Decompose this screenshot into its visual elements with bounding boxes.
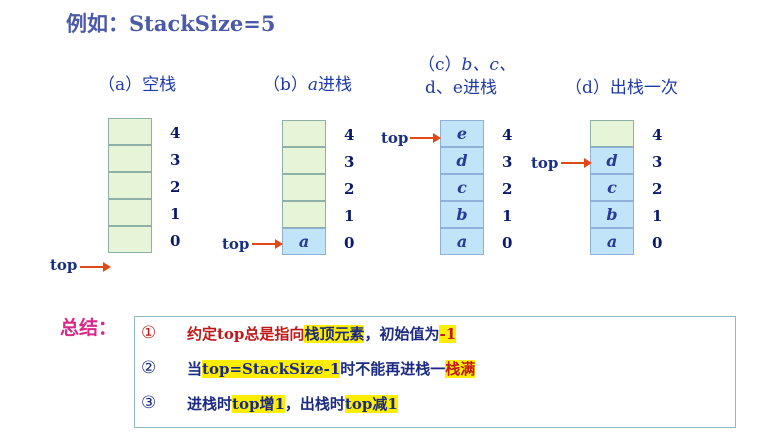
caption-a-text: 空栈: [142, 75, 177, 95]
stack-b-cell-1: [282, 201, 326, 228]
stack-b-cell-0: a: [282, 228, 326, 255]
caption-a-label: （a）: [98, 75, 143, 95]
index-3: 3: [502, 153, 513, 171]
stack-b-cell-4: [282, 120, 326, 147]
stack-d-cell-2: c: [590, 174, 634, 201]
stack-a-cell-3: [108, 145, 152, 172]
caption-d-label: （d）: [565, 78, 610, 98]
top-pointer-d: top: [531, 154, 559, 172]
index-0: 0: [502, 234, 513, 252]
item-number: ②: [141, 358, 157, 378]
index-1: 1: [502, 207, 513, 225]
item-text: 进栈时top增1，出栈时top减1: [187, 393, 398, 414]
top-arrow-b: [252, 239, 283, 249]
stack-a-cell-2: [108, 172, 152, 199]
caption-c-elements: b、c、: [461, 55, 516, 75]
index-2: 2: [344, 180, 355, 198]
stack-c-cell-3: d: [440, 147, 484, 174]
stack-a-cell-0: [108, 226, 152, 253]
caption-c-line2: d、e进栈: [425, 78, 497, 98]
text-part: 时不能再进栈一: [340, 360, 446, 378]
stack-a-cell-4: [108, 118, 152, 145]
text-part: 进栈时: [187, 395, 233, 413]
text-part: ，初始值为: [364, 325, 440, 343]
caption-b-text: 进栈: [318, 75, 353, 95]
caption-b-element: a: [307, 75, 319, 95]
highlight: -1: [439, 325, 457, 343]
item-text: 当top=StackSize-1时不能再进栈一栈满: [187, 358, 476, 379]
stack-d-cell-4: [590, 120, 634, 147]
stack-c-cell-4: e: [440, 120, 484, 147]
index-3: 3: [652, 153, 663, 171]
page-title: 例如：StackSize=5: [66, 11, 276, 36]
index-4: 4: [502, 126, 513, 144]
index-3: 3: [344, 153, 355, 171]
caption-b-label: （b）: [263, 75, 308, 95]
caption-d-text: 出栈一次: [609, 78, 678, 98]
top-pointer-b: top: [222, 235, 250, 253]
caption-d: （d）出栈一次: [565, 73, 678, 98]
caption-a: （a）空栈: [98, 70, 176, 95]
caption-b: （b）a进栈: [263, 70, 352, 95]
top-pointer-c: top: [381, 129, 409, 147]
stack-d-cell-1: b: [590, 201, 634, 228]
top-arrow-d: [561, 158, 592, 168]
stack-a-cell-1: [108, 199, 152, 226]
index-1: 1: [170, 205, 181, 223]
highlight: 栈满: [445, 360, 476, 378]
stack-d-cell-3: d: [590, 147, 634, 174]
stack-c-cell-1: b: [440, 201, 484, 228]
top-arrow-a: [80, 262, 111, 272]
stack-b-cell-3: [282, 147, 326, 174]
index-2: 2: [502, 180, 513, 198]
highlight: top增1: [232, 395, 285, 413]
index-2: 2: [652, 180, 663, 198]
index-2: 2: [170, 178, 181, 196]
top-pointer-a: top: [50, 256, 78, 274]
highlight: 栈顶元素: [304, 325, 365, 343]
stack-c-cell-0: a: [440, 228, 484, 255]
highlight: top减1: [344, 395, 398, 413]
summary-label: 总结：: [60, 317, 118, 339]
top-arrow-c: [410, 133, 441, 143]
index-4: 4: [344, 126, 355, 144]
index-0: 0: [170, 232, 181, 250]
text-part: 当: [187, 360, 203, 378]
summary-box: ① 约定top总是指向栈顶元素，初始值为-1 ② 当top=StackSize-…: [134, 316, 736, 428]
index-4: 4: [652, 126, 663, 144]
caption-c-label: （c）: [418, 55, 462, 75]
highlight: top=StackSize-1: [202, 360, 341, 378]
index-0: 0: [652, 234, 663, 252]
item-number: ①: [141, 323, 157, 343]
stack-d-cell-0: a: [590, 228, 634, 255]
text-part: 约定top总是指向: [187, 325, 305, 343]
caption-c-line1: （c）b、c、: [418, 50, 516, 75]
index-3: 3: [170, 151, 181, 169]
stack-c-cell-2: c: [440, 174, 484, 201]
stack-b-cell-2: [282, 174, 326, 201]
index-1: 1: [652, 207, 663, 225]
index-0: 0: [344, 234, 355, 252]
index-1: 1: [344, 207, 355, 225]
item-text: 约定top总是指向栈顶元素，初始值为-1: [187, 323, 457, 344]
text-part: ，出栈时: [284, 395, 345, 413]
index-4: 4: [170, 124, 181, 142]
item-number: ③: [141, 393, 157, 413]
